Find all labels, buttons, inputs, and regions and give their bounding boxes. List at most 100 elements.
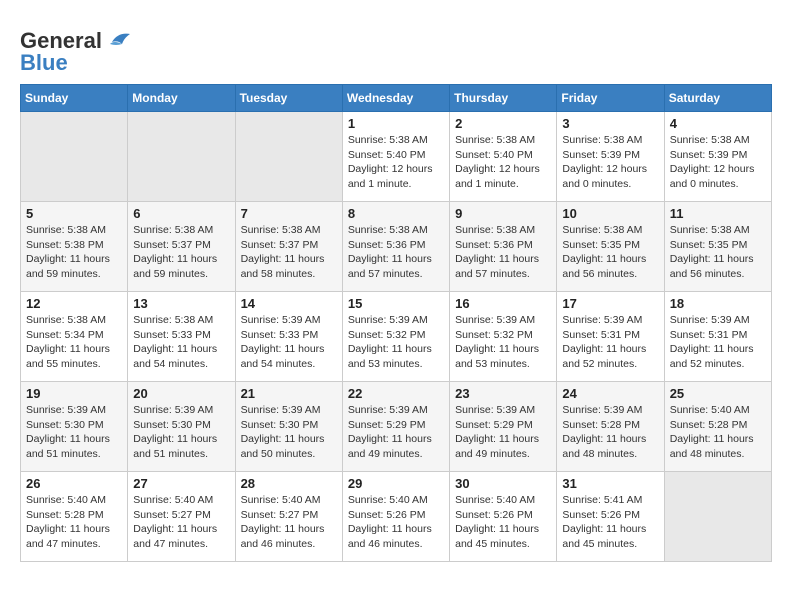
logo-bird-icon	[104, 30, 132, 52]
calendar-cell	[128, 112, 235, 202]
calendar-cell: 7Sunrise: 5:38 AM Sunset: 5:37 PM Daylig…	[235, 202, 342, 292]
day-info: Sunrise: 5:39 AM Sunset: 5:28 PM Dayligh…	[562, 403, 658, 462]
calendar-cell: 12 Sunrise: 5:38 AM Sunset: 5:34 PM Dayli…	[21, 292, 128, 382]
calendar-cell: 30 Sunrise: 5:40 AM Sunset: 5:26 PM Dayli…	[450, 472, 557, 562]
calendar-cell: 10 Sunrise: 5:38 AM Sunset: 5:35 PM Dayli…	[557, 202, 664, 292]
calendar-cell: 5Sunrise: 5:38 AM Sunset: 5:38 PM Daylig…	[21, 202, 128, 292]
calendar-cell: 15 Sunrise: 5:39 AM Sunset: 5:32 PM Dayli…	[342, 292, 449, 382]
calendar-cell: 31 Sunrise: 5:41 AM Sunset: 5:26 PM Dayli…	[557, 472, 664, 562]
day-info: Sunrise: 5:39 AM Sunset: 5:29 PM Dayligh…	[455, 403, 551, 462]
day-info: Sunrise: 5:38 AM Sunset: 5:40 PM Dayligh…	[455, 133, 551, 192]
day-number: 30	[455, 476, 551, 491]
calendar-week-3: 12 Sunrise: 5:38 AM Sunset: 5:34 PM Dayli…	[21, 292, 772, 382]
day-info: Sunrise: 5:39 AM Sunset: 5:32 PM Dayligh…	[455, 313, 551, 372]
day-info: Sunrise: 5:38 AM Sunset: 5:33 PM Dayligh…	[133, 313, 229, 372]
day-info: Sunrise: 5:40 AM Sunset: 5:26 PM Dayligh…	[455, 493, 551, 552]
calendar-cell	[21, 112, 128, 202]
day-info: Sunrise: 5:41 AM Sunset: 5:26 PM Dayligh…	[562, 493, 658, 552]
day-number: 2	[455, 116, 551, 131]
day-info: Sunrise: 5:38 AM Sunset: 5:39 PM Dayligh…	[670, 133, 766, 192]
calendar-cell: 19 Sunrise: 5:39 AM Sunset: 5:30 PM Dayli…	[21, 382, 128, 472]
day-number: 21	[241, 386, 337, 401]
logo: General Blue	[20, 28, 132, 76]
day-info: Sunrise: 5:38 AM Sunset: 5:37 PM Dayligh…	[241, 223, 337, 282]
day-number: 20	[133, 386, 229, 401]
day-info: Sunrise: 5:38 AM Sunset: 5:36 PM Dayligh…	[455, 223, 551, 282]
calendar-week-5: 26 Sunrise: 5:40 AM Sunset: 5:28 PM Dayli…	[21, 472, 772, 562]
day-number: 4	[670, 116, 766, 131]
day-number: 25	[670, 386, 766, 401]
day-info: Sunrise: 5:39 AM Sunset: 5:30 PM Dayligh…	[133, 403, 229, 462]
day-info: Sunrise: 5:40 AM Sunset: 5:27 PM Dayligh…	[241, 493, 337, 552]
calendar-cell: 8Sunrise: 5:38 AM Sunset: 5:36 PM Daylig…	[342, 202, 449, 292]
calendar-table: SundayMondayTuesdayWednesdayThursdayFrid…	[20, 84, 772, 562]
day-number: 31	[562, 476, 658, 491]
day-info: Sunrise: 5:40 AM Sunset: 5:28 PM Dayligh…	[26, 493, 122, 552]
calendar-week-4: 19 Sunrise: 5:39 AM Sunset: 5:30 PM Dayli…	[21, 382, 772, 472]
day-number: 13	[133, 296, 229, 311]
calendar-cell: 4 Sunrise: 5:38 AM Sunset: 5:39 PM Daylig…	[664, 112, 771, 202]
day-number: 27	[133, 476, 229, 491]
weekday-sunday: Sunday	[21, 85, 128, 112]
weekday-tuesday: Tuesday	[235, 85, 342, 112]
calendar-cell	[235, 112, 342, 202]
calendar-cell: 18 Sunrise: 5:39 AM Sunset: 5:31 PM Dayli…	[664, 292, 771, 382]
day-number: 1	[348, 116, 444, 131]
day-info: Sunrise: 5:39 AM Sunset: 5:30 PM Dayligh…	[26, 403, 122, 462]
day-number: 3	[562, 116, 658, 131]
day-number: 26	[26, 476, 122, 491]
day-info: Sunrise: 5:39 AM Sunset: 5:29 PM Dayligh…	[348, 403, 444, 462]
day-info: Sunrise: 5:38 AM Sunset: 5:40 PM Dayligh…	[348, 133, 444, 192]
day-number: 29	[348, 476, 444, 491]
day-number: 19	[26, 386, 122, 401]
logo-blue: Blue	[20, 50, 68, 76]
day-info: Sunrise: 5:38 AM Sunset: 5:35 PM Dayligh…	[670, 223, 766, 282]
day-number: 15	[348, 296, 444, 311]
day-info: Sunrise: 5:40 AM Sunset: 5:27 PM Dayligh…	[133, 493, 229, 552]
calendar-cell: 3 Sunrise: 5:38 AM Sunset: 5:39 PM Daylig…	[557, 112, 664, 202]
weekday-saturday: Saturday	[664, 85, 771, 112]
calendar-cell: 26 Sunrise: 5:40 AM Sunset: 5:28 PM Dayli…	[21, 472, 128, 562]
calendar-week-2: 5Sunrise: 5:38 AM Sunset: 5:38 PM Daylig…	[21, 202, 772, 292]
calendar-cell: 23 Sunrise: 5:39 AM Sunset: 5:29 PM Dayli…	[450, 382, 557, 472]
day-number: 12	[26, 296, 122, 311]
calendar-cell: 21Sunrise: 5:39 AM Sunset: 5:30 PM Dayli…	[235, 382, 342, 472]
calendar-header: SundayMondayTuesdayWednesdayThursdayFrid…	[21, 85, 772, 112]
weekday-friday: Friday	[557, 85, 664, 112]
day-info: Sunrise: 5:39 AM Sunset: 5:32 PM Dayligh…	[348, 313, 444, 372]
day-number: 18	[670, 296, 766, 311]
calendar-body: 1 Sunrise: 5:38 AM Sunset: 5:40 PM Daylig…	[21, 112, 772, 562]
weekday-header-row: SundayMondayTuesdayWednesdayThursdayFrid…	[21, 85, 772, 112]
calendar-cell: 29 Sunrise: 5:40 AM Sunset: 5:26 PM Dayli…	[342, 472, 449, 562]
day-number: 8	[348, 206, 444, 221]
calendar-cell: 20 Sunrise: 5:39 AM Sunset: 5:30 PM Dayli…	[128, 382, 235, 472]
day-info: Sunrise: 5:39 AM Sunset: 5:31 PM Dayligh…	[670, 313, 766, 372]
day-number: 14	[241, 296, 337, 311]
day-number: 28	[241, 476, 337, 491]
day-number: 11	[670, 206, 766, 221]
calendar-cell: 6 Sunrise: 5:38 AM Sunset: 5:37 PM Daylig…	[128, 202, 235, 292]
day-number: 16	[455, 296, 551, 311]
calendar-cell: 9Sunrise: 5:38 AM Sunset: 5:36 PM Daylig…	[450, 202, 557, 292]
calendar-cell: 16 Sunrise: 5:39 AM Sunset: 5:32 PM Dayli…	[450, 292, 557, 382]
day-number: 10	[562, 206, 658, 221]
day-info: Sunrise: 5:38 AM Sunset: 5:34 PM Dayligh…	[26, 313, 122, 372]
day-info: Sunrise: 5:39 AM Sunset: 5:33 PM Dayligh…	[241, 313, 337, 372]
calendar-week-1: 1 Sunrise: 5:38 AM Sunset: 5:40 PM Daylig…	[21, 112, 772, 202]
calendar-cell: 27 Sunrise: 5:40 AM Sunset: 5:27 PM Dayli…	[128, 472, 235, 562]
day-info: Sunrise: 5:40 AM Sunset: 5:26 PM Dayligh…	[348, 493, 444, 552]
day-info: Sunrise: 5:38 AM Sunset: 5:35 PM Dayligh…	[562, 223, 658, 282]
calendar-cell: 28 Sunrise: 5:40 AM Sunset: 5:27 PM Dayli…	[235, 472, 342, 562]
calendar-cell: 2 Sunrise: 5:38 AM Sunset: 5:40 PM Daylig…	[450, 112, 557, 202]
day-info: Sunrise: 5:40 AM Sunset: 5:28 PM Dayligh…	[670, 403, 766, 462]
day-number: 6	[133, 206, 229, 221]
day-info: Sunrise: 5:39 AM Sunset: 5:31 PM Dayligh…	[562, 313, 658, 372]
weekday-monday: Monday	[128, 85, 235, 112]
day-number: 23	[455, 386, 551, 401]
day-info: Sunrise: 5:38 AM Sunset: 5:38 PM Dayligh…	[26, 223, 122, 282]
calendar-cell: 14 Sunrise: 5:39 AM Sunset: 5:33 PM Dayli…	[235, 292, 342, 382]
day-info: Sunrise: 5:38 AM Sunset: 5:37 PM Dayligh…	[133, 223, 229, 282]
day-info: Sunrise: 5:38 AM Sunset: 5:39 PM Dayligh…	[562, 133, 658, 192]
day-number: 24	[562, 386, 658, 401]
calendar-cell: 1 Sunrise: 5:38 AM Sunset: 5:40 PM Daylig…	[342, 112, 449, 202]
